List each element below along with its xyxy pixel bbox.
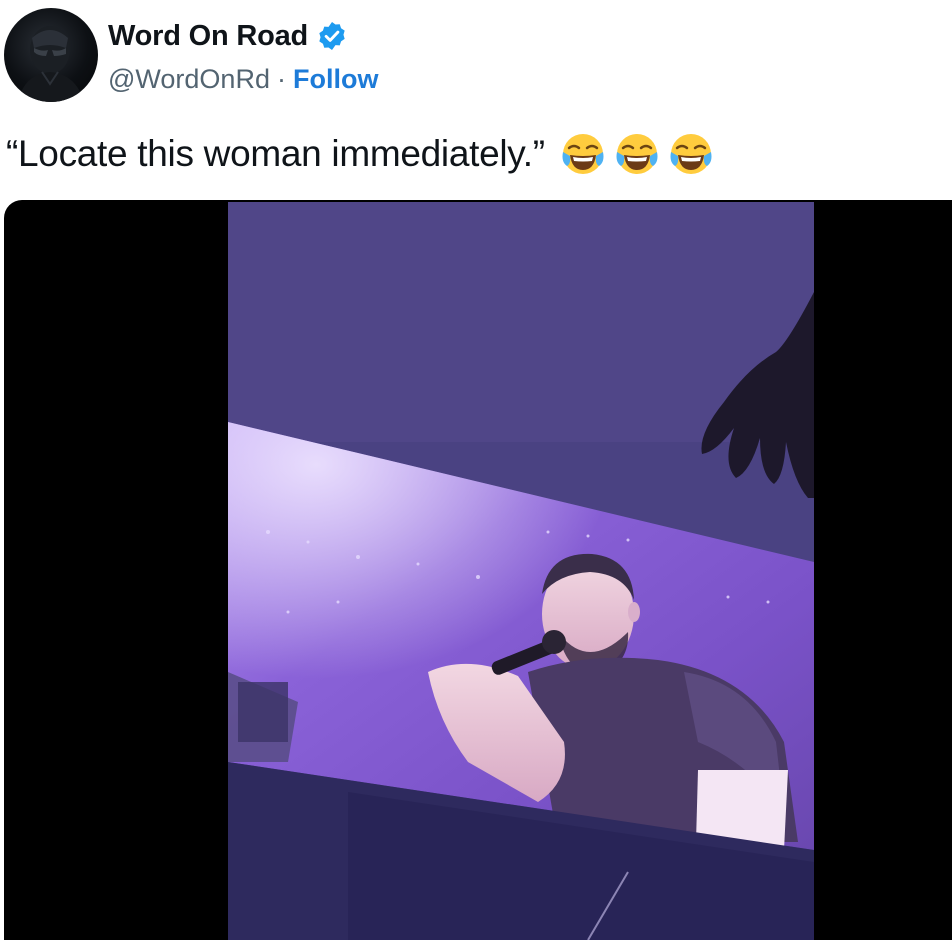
author-display-name[interactable]: Word On Road <box>108 20 308 53</box>
handle-separator: · <box>276 63 286 94</box>
tweet-header: Word On Road @WordOnRd · Follow <box>0 0 952 110</box>
author-handle[interactable]: @WordOnRd <box>108 64 270 95</box>
face-with-tears-of-joy-icon <box>616 134 658 174</box>
emoji-group <box>559 130 715 178</box>
avatar-image <box>18 26 84 102</box>
verified-badge-icon <box>316 20 348 52</box>
face-with-tears-of-joy-icon <box>670 134 712 174</box>
video-frame <box>228 202 814 940</box>
tweet-card: Word On Road @WordOnRd · Follow “Locate … <box>0 0 952 940</box>
follow-button[interactable]: Follow <box>293 64 378 95</box>
author-avatar[interactable] <box>4 8 98 102</box>
author-name-row: Word On Road <box>108 16 348 56</box>
tweet-text-row: “Locate this woman immediately.” <box>6 128 715 180</box>
author-handle-row: @WordOnRd · Follow <box>108 60 378 98</box>
video-still-image <box>228 202 814 940</box>
face-with-tears-of-joy-icon <box>562 134 604 174</box>
tweet-body-text: “Locate this woman immediately.” <box>6 133 545 174</box>
tweet-video-player[interactable] <box>4 200 952 940</box>
